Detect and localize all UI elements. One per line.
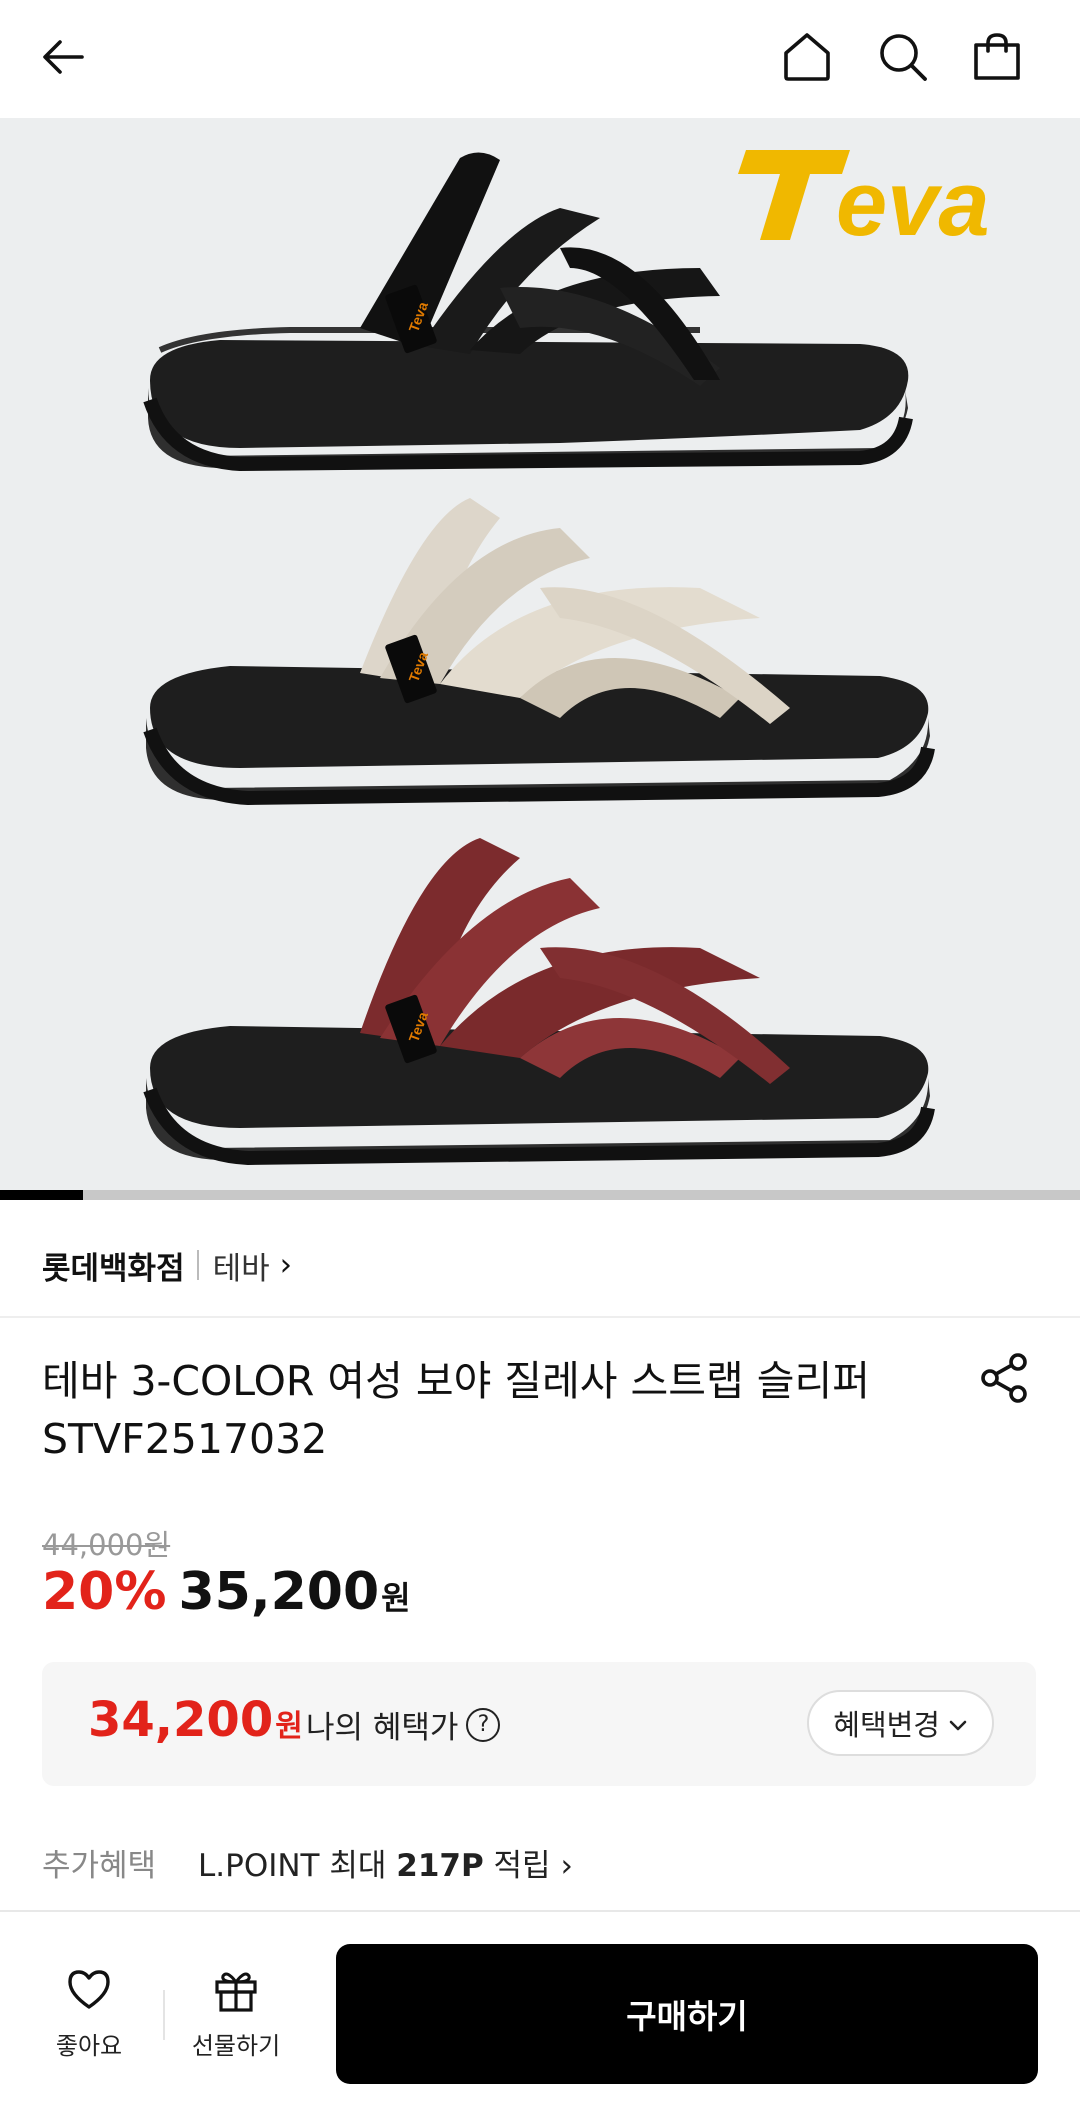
gift-label: 선물하기 [191, 2032, 281, 2060]
shopping-bag-button[interactable] [962, 24, 1032, 94]
like-button[interactable]: 좋아요 [29, 1968, 149, 2061]
extra-benefit-row[interactable]: 추가혜택 L.POINT 최대 217P 적립 › [42, 1840, 573, 1885]
back-arrow-icon [38, 32, 88, 86]
bottom-divider [163, 1990, 165, 2040]
back-button[interactable] [28, 24, 98, 94]
section-divider [0, 1316, 1080, 1318]
teva-logo: eva [738, 140, 1058, 255]
share-button[interactable] [978, 1350, 1034, 1406]
change-benefit-label: 혜택변경 [833, 1708, 940, 1742]
bottom-action-bar: 좋아요 선물하기 구매하기 [0, 1910, 1080, 2119]
benefit-price-box: 34,200 원 나의 혜택가 ? 혜택변경 [42, 1662, 1036, 1786]
benefit-label-text: 나의 혜택가 [306, 1710, 459, 1746]
chevron-down-icon [948, 1706, 968, 1740]
sale-price-currency: 원 [381, 1579, 411, 1617]
shopping-bag-icon [971, 31, 1023, 87]
heart-icon [66, 1968, 112, 2016]
sandal-product-photo: Teva Teva Teva [143, 152, 935, 1166]
home-icon [781, 31, 833, 87]
product-title: 테바 3-COLOR 여성 보야 질레사 스트랩 슬리퍼 STVF2517032 [42, 1352, 922, 1468]
benefit-price: 34,200 [88, 1692, 274, 1748]
brand-link[interactable]: 테바 [213, 1243, 270, 1288]
gift-button[interactable]: 선물하기 [176, 1968, 296, 2061]
svg-text:eva: eva [836, 153, 990, 250]
sale-price-row: 20% 35,200 원 [42, 1562, 411, 1622]
share-icon [978, 1353, 1034, 1410]
like-label: 좋아요 [55, 2032, 123, 2060]
benefit-price-currency: 원 [275, 1709, 303, 1744]
home-button[interactable] [772, 24, 842, 94]
discount-rate: 20% [42, 1562, 167, 1622]
benefit-price-group: 34,200 원 [88, 1692, 303, 1748]
brand-chevron-icon: › [279, 1247, 293, 1283]
seller-brand-row: 롯데백화점 테바 › [42, 1240, 292, 1290]
lpoint-benefit: L.POINT 최대 217P 적립 › [198, 1840, 573, 1885]
buy-button[interactable]: 구매하기 [336, 1944, 1038, 2084]
search-icon [877, 31, 929, 87]
lpoint-prefix: L.POINT 최대 [198, 1848, 397, 1884]
lpoint-amount: 217P [396, 1848, 484, 1884]
help-icon[interactable]: ? [466, 1707, 501, 1742]
search-button[interactable] [868, 24, 938, 94]
extra-benefit-label: 추가혜택 [42, 1848, 157, 1884]
change-benefit-button[interactable]: 혜택변경 [807, 1690, 994, 1756]
gallery-progress-fill [0, 1190, 84, 1200]
product-image-carousel[interactable]: eva Teva Teva Teva [0, 118, 1080, 1190]
store-name[interactable]: 롯데백화점 [42, 1243, 185, 1288]
gift-icon [213, 1968, 259, 2018]
chevron-right-icon: › [560, 1848, 573, 1884]
lpoint-suffix: 적립 [483, 1848, 551, 1884]
product-title-line2: STVF2517032 [42, 1415, 328, 1463]
top-app-bar [0, 0, 1080, 118]
seller-divider [196, 1250, 199, 1280]
gallery-progress-bar [0, 1190, 1080, 1200]
product-title-line1: 테바 3-COLOR 여성 보야 질레사 스트랩 슬리퍼 [42, 1357, 870, 1405]
original-price: 44,000원 [42, 1528, 171, 1562]
benefit-label: 나의 혜택가 ? [306, 1702, 501, 1747]
sale-price: 35,200 [178, 1562, 380, 1622]
